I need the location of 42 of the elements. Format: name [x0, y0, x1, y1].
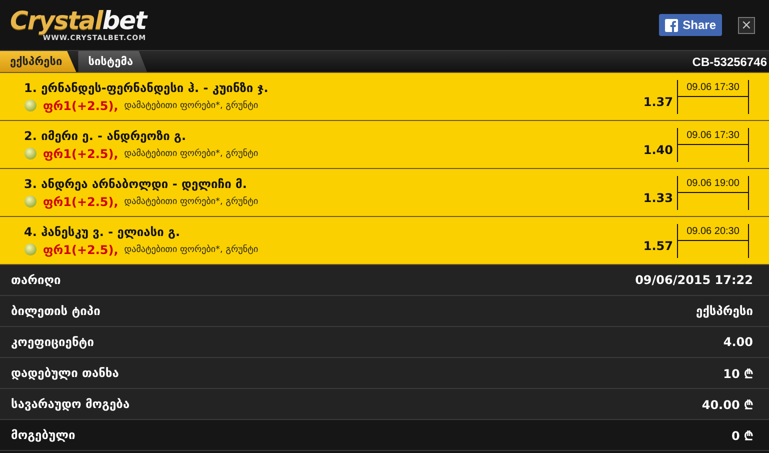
bet-details: დამატებითი ფორები*, გრუნტი	[124, 100, 258, 110]
match-date: 09.06 19:00	[678, 176, 748, 192]
summary-label: სავარაუდო მოგება	[11, 397, 130, 411]
market-label: ფრ1(+2.5),	[43, 242, 118, 256]
tennis-ball-icon	[24, 243, 37, 256]
facebook-icon	[664, 18, 678, 32]
ticket-id: CB-53256746	[692, 54, 768, 68]
summary-value: 4.00	[723, 335, 753, 349]
match-date: 09.06 20:30	[678, 224, 748, 240]
tennis-ball-icon	[24, 99, 37, 112]
summary-label: დადებული თანხა	[11, 366, 119, 380]
summary-label: მოგებული	[11, 428, 76, 442]
match-name: 1. ერნანდეს-ფერნანდესი ჰ. - კუინზი ჯ.	[24, 80, 268, 94]
odds-value: 1.37	[643, 94, 673, 108]
market-label: ფრ1(+2.5),	[43, 98, 118, 112]
tennis-ball-icon	[24, 195, 37, 208]
summary-value: 0 ₾	[731, 428, 753, 444]
summary-value: ექსპრესი	[696, 304, 753, 318]
tab[interactable]: ექსპრესი	[0, 51, 76, 72]
summary-label: ბილეთის ტიპი	[11, 304, 100, 318]
tennis-ball-icon	[24, 147, 37, 160]
match-date: 09.06 17:30	[678, 80, 748, 96]
match-date: 09.06 17:30	[678, 128, 748, 144]
summary-label: კოეფიციენტი	[11, 335, 94, 349]
match-name: 2. იმერი ე. - ანდრეოზი გ.	[24, 128, 186, 142]
bet-details: დამატებითი ფორები*, გრუნტი	[124, 148, 258, 158]
market-label: ფრ1(+2.5),	[43, 194, 118, 208]
bet-details: დამატებითი ფორები*, გრუნტი	[124, 196, 258, 206]
summary-value: 10 ₾	[723, 366, 753, 382]
share-button[interactable]: Share	[658, 14, 722, 36]
summary-value: 40.00 ₾	[702, 396, 753, 412]
odds-value: 1.57	[643, 238, 673, 252]
close-button[interactable]: ×	[738, 16, 755, 34]
market-label: ფრ1(+2.5),	[43, 146, 118, 160]
match-name: 4. ჰანესკუ ვ. - ელიასი გ.	[24, 224, 180, 238]
match-name: 3. ანდრეა არნაბოლდი - დელიჩი მ.	[24, 176, 247, 190]
odds-value: 1.33	[643, 190, 673, 204]
summary-value: 09/06/2015 17:22	[635, 273, 753, 287]
summary-label: თარიღი	[11, 273, 61, 287]
bet-details: დამატებითი ფორები*, გრუნტი	[124, 244, 258, 254]
odds-value: 1.40	[643, 142, 673, 156]
tab[interactable]: სისტემა	[78, 51, 148, 72]
